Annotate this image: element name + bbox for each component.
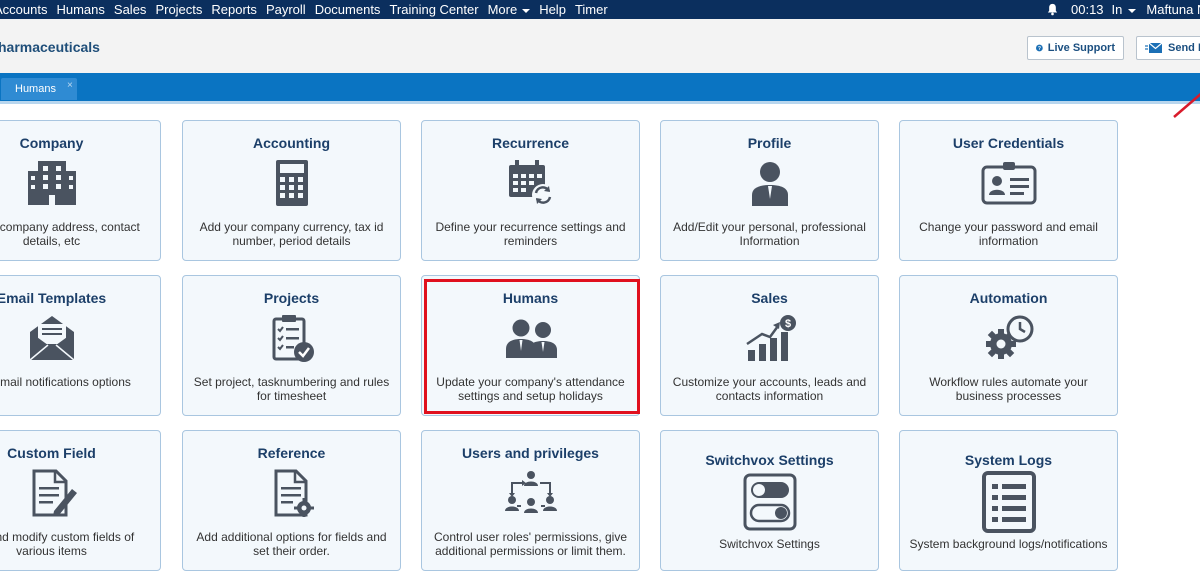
tile-title: Users and privileges xyxy=(462,445,599,461)
clock-status-label: In xyxy=(1111,2,1123,17)
document-gear-icon xyxy=(274,469,314,517)
bell-icon[interactable] xyxy=(1046,3,1059,16)
top-navigation-bar: Accounts Humans Sales Projects Reports P… xyxy=(0,0,1200,19)
tile-title: Switchvox Settings xyxy=(705,452,834,468)
annotation-arrow xyxy=(1173,92,1200,118)
live-support-button[interactable]: ? Live Support xyxy=(1027,36,1124,60)
settings-tile-accounting[interactable]: Accounting Add your company currency, ta… xyxy=(182,120,401,261)
settings-tile-switchvox-settings[interactable]: Switchvox Settings Switchvox Settings xyxy=(660,430,879,571)
question-circle-icon: ? xyxy=(1036,44,1043,52)
tile-title: Automation xyxy=(969,290,1048,306)
settings-tile-reference[interactable]: Reference Add additional options for fie… xyxy=(182,430,401,571)
main-menu: Accounts Humans Sales Projects Reports P… xyxy=(0,0,617,19)
person-icon xyxy=(751,162,788,206)
envelope-icon xyxy=(29,316,74,361)
document-pen-icon xyxy=(32,469,77,517)
settings-tile-humans[interactable]: Humans Update your company's attendance … xyxy=(421,275,640,416)
svg-text:?: ? xyxy=(1038,46,1041,52)
calendar-refresh-icon xyxy=(508,160,554,206)
tile-description: Customize your accounts, leads and conta… xyxy=(672,375,867,403)
building-icon xyxy=(27,161,76,205)
tile-title: Projects xyxy=(263,290,320,306)
tile-description: Add/Edit your personal, professional Inf… xyxy=(673,220,866,248)
tile-title: Sales xyxy=(751,290,788,306)
id-card-icon xyxy=(981,162,1036,205)
chevron-down-icon xyxy=(522,8,531,13)
calculator-icon xyxy=(275,160,308,206)
close-icon[interactable]: × xyxy=(67,81,73,91)
company-name: harmaceuticals xyxy=(0,39,100,55)
tile-title: Custom Field xyxy=(7,445,96,461)
nav-right-group: 00:13 In Maftuna N xyxy=(1046,0,1200,19)
tab-humans[interactable]: Humans × xyxy=(1,78,77,100)
clock-time: 00:13 xyxy=(1071,2,1104,17)
nav-reports[interactable]: Reports xyxy=(211,3,257,16)
nav-sales[interactable]: Sales xyxy=(114,3,147,16)
people-icon xyxy=(505,319,557,358)
tile-title: Company xyxy=(19,135,84,151)
nav-more-label: More xyxy=(487,2,518,17)
tile-description: ete and modify custom fields of various … xyxy=(0,530,135,558)
send-feedback-button[interactable]: Send F xyxy=(1136,36,1200,60)
toggle-switch-icon xyxy=(743,473,796,531)
tile-description: Control user roles' permissions, give ad… xyxy=(433,530,628,558)
nav-humans[interactable]: Humans xyxy=(56,3,104,16)
user-name[interactable]: Maftuna N xyxy=(1146,3,1200,16)
tile-description: Update your company's attendance setting… xyxy=(436,375,625,403)
send-label: Send F xyxy=(1168,42,1200,54)
tile-title: Reference xyxy=(257,445,326,461)
tile-title: User Credentials xyxy=(952,135,1065,151)
tab-strip xyxy=(0,73,1200,101)
nav-training-center[interactable]: Training Center xyxy=(389,3,478,16)
svg-text:$: $ xyxy=(784,318,790,330)
tile-description: Define your recurrence settings and remi… xyxy=(435,220,626,248)
nav-documents[interactable]: Documents xyxy=(315,3,381,16)
user-hierarchy-icon xyxy=(504,471,557,513)
tile-title: Email Templates xyxy=(0,290,107,306)
settings-tile-user-credentials[interactable]: User Credentials Change your password an… xyxy=(899,120,1118,261)
settings-tile-company[interactable]: Company e your company address, contact … xyxy=(0,120,161,261)
tile-title: Accounting xyxy=(253,135,330,151)
nav-payroll[interactable]: Payroll xyxy=(266,3,306,16)
tile-description: Set email notifications options xyxy=(0,375,131,389)
settings-tile-custom-field[interactable]: Custom Field ete and modify custom field… xyxy=(0,430,161,571)
live-support-label: Live Support xyxy=(1047,42,1115,54)
page-header: harmaceuticals ? Live Support Send F xyxy=(0,19,1200,73)
gear-clock-icon xyxy=(985,315,1033,359)
clock-status[interactable]: In xyxy=(1112,3,1137,16)
nav-projects[interactable]: Projects xyxy=(155,3,202,16)
tile-title: Recurrence xyxy=(491,135,570,151)
tab-strip-divider xyxy=(0,101,1200,104)
sales-chart-icon: $ xyxy=(745,315,796,361)
tile-title: Profile xyxy=(747,135,792,151)
settings-tile-system-logs[interactable]: System Logs System background logs/notif… xyxy=(899,430,1118,571)
envelope-send-icon xyxy=(1145,42,1163,53)
nav-more[interactable]: More xyxy=(488,3,531,16)
settings-tile-automation[interactable]: Automation Workflow rules automate your … xyxy=(899,275,1118,416)
settings-tile-recurrence[interactable]: Recurrence Define your recurrence settin… xyxy=(421,120,640,261)
tile-description: Set project, tasknumbering and rules for… xyxy=(193,375,390,403)
settings-tile-email-templates[interactable]: Email Templates Set email notifications … xyxy=(0,275,161,416)
tile-title: System Logs xyxy=(964,452,1053,468)
tile-title: Humans xyxy=(502,290,559,306)
settings-tile-projects[interactable]: Projects Set project, tasknumbering and … xyxy=(182,275,401,416)
nav-help[interactable]: Help xyxy=(539,3,566,16)
tile-description: Switchvox Settings xyxy=(719,537,820,551)
settings-tile-users-and-privileges[interactable]: Users and privileges Control user roles'… xyxy=(421,430,640,571)
tile-description: System background logs/notifications xyxy=(909,537,1108,551)
clipboard-check-icon xyxy=(272,315,314,362)
tile-description: e your company address, contact details,… xyxy=(0,220,140,248)
tile-description: Add additional options for fields and se… xyxy=(196,530,387,558)
tile-description: Workflow rules automate your business pr… xyxy=(929,375,1088,403)
settings-tile-profile[interactable]: Profile Add/Edit your personal, professi… xyxy=(660,120,879,261)
tile-description: Add your company currency, tax id number… xyxy=(199,220,384,248)
list-document-icon xyxy=(981,471,1036,533)
settings-tile-sales[interactable]: Sales $ Customize your accounts, leads a… xyxy=(660,275,879,416)
nav-accounts[interactable]: Accounts xyxy=(0,3,47,16)
chevron-down-icon xyxy=(1128,8,1137,13)
tab-humans-label: Humans xyxy=(15,83,56,95)
nav-timer[interactable]: Timer xyxy=(575,3,608,16)
tile-description: Change your password and email informati… xyxy=(919,220,1098,248)
